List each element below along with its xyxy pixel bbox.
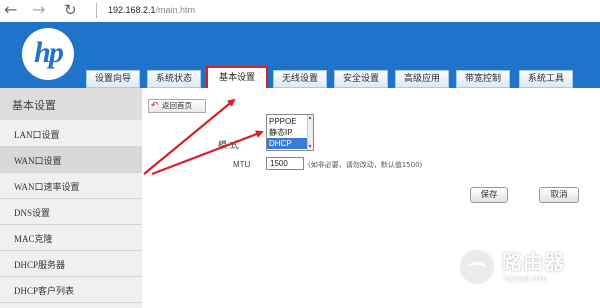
wifi-arc-icon [468, 262, 486, 274]
back-home-label: 返回首页 [162, 101, 192, 110]
sidebar-item-dhcp-server[interactable]: DHCP服务器 [0, 251, 142, 277]
mode-list-scrollbar[interactable]: ▲ ▼ [307, 115, 313, 150]
connection-mode-list[interactable]: PPPOE 静态IP DHCP ▲ ▼ [266, 114, 314, 151]
sidebar: 基本设置 LAN口设置 WAN口设置 WAN口速率设置 DNS设置 MAC克隆 … [0, 88, 142, 308]
tab-advanced[interactable]: 高级应用 [395, 70, 449, 88]
router-logo-icon [458, 248, 496, 286]
sidebar-item-wan[interactable]: WAN口设置 [0, 147, 142, 173]
back-home-button[interactable]: ↶ 返回首页 [148, 99, 206, 113]
mode-label: 模 式 [218, 141, 239, 151]
url-path: /main.htm [155, 5, 196, 15]
sidebar-title-label: 基本设置 [12, 99, 56, 112]
address-bar[interactable]: 192.168.2.1/main.htm [108, 5, 195, 15]
watermark-subtitle: luyouqi.com [504, 274, 547, 283]
sidebar-item-lan[interactable]: LAN口设置 [0, 121, 142, 147]
tab-security-settings[interactable]: 安全设置 [334, 70, 388, 88]
sidebar-item-label: LAN口设置 [14, 130, 60, 140]
mtu-hint: (如非必要，请勿改动，默认值1500) [308, 161, 423, 169]
sidebar-item-wan-speed[interactable]: WAN口速率设置 [0, 173, 142, 199]
reload-icon[interactable]: ↻ [64, 1, 77, 19]
scroll-down-icon[interactable]: ▼ [307, 144, 313, 150]
sidebar-item-mac-clone[interactable]: MAC克隆 [0, 225, 142, 251]
logo-text: hp [34, 36, 64, 69]
tab-basic-settings[interactable]: 基本设置 [206, 66, 268, 90]
watermark: 路由器 luyouqi.com [458, 244, 590, 294]
back-home-icon: ↶ [151, 101, 159, 111]
sidebar-item-label: DNS设置 [14, 208, 51, 218]
tab-system-tools[interactable]: 系统工具 [519, 70, 573, 88]
browser-toolbar: ← → ↻ 192.168.2.1/main.htm [0, 0, 600, 22]
sidebar-item-dns[interactable]: DNS设置 [0, 199, 142, 225]
sidebar-item-label: DHCP客户列表 [14, 286, 75, 296]
tab-setup-wizard[interactable]: 设置向导 [86, 70, 140, 88]
sidebar-title: 基本设置 [0, 88, 142, 120]
back-arrow-icon[interactable]: ← [4, 1, 17, 19]
hp-logo: hp [22, 28, 74, 80]
sidebar-item-label: MAC克隆 [14, 234, 53, 244]
mode-option-pppoe[interactable]: PPPOE [267, 116, 307, 127]
address-bar-divider [96, 3, 97, 18]
watermark-title: 路由器 [502, 250, 565, 274]
tab-wireless-settings[interactable]: 无线设置 [273, 70, 327, 88]
sidebar-item-dhcp-clients[interactable]: DHCP客户列表 [0, 277, 142, 303]
cancel-button[interactable]: 取消 [539, 187, 579, 203]
mtu-label: MTU [233, 160, 251, 169]
sidebar-item-label: WAN口速率设置 [14, 182, 80, 192]
mtu-input[interactable]: 1500 [266, 157, 304, 170]
tab-system-status[interactable]: 系统状态 [147, 70, 201, 88]
sidebar-item-label: WAN口设置 [14, 156, 62, 166]
tab-bandwidth-control[interactable]: 带宽控制 [456, 70, 510, 88]
sidebar-item-label: DHCP服务器 [14, 260, 66, 270]
router-header: hp 设置向导 系统状态 基本设置 无线设置 安全设置 高级应用 带宽控制 系统… [0, 22, 600, 90]
mode-option-dhcp[interactable]: DHCP [267, 138, 307, 149]
url-host: 192.168.2.1 [108, 5, 156, 15]
scroll-up-icon[interactable]: ▲ [307, 115, 313, 121]
save-button[interactable]: 保存 [470, 187, 508, 203]
forward-arrow-icon[interactable]: → [32, 1, 45, 19]
mode-option-static-ip[interactable]: 静态IP [267, 127, 307, 138]
